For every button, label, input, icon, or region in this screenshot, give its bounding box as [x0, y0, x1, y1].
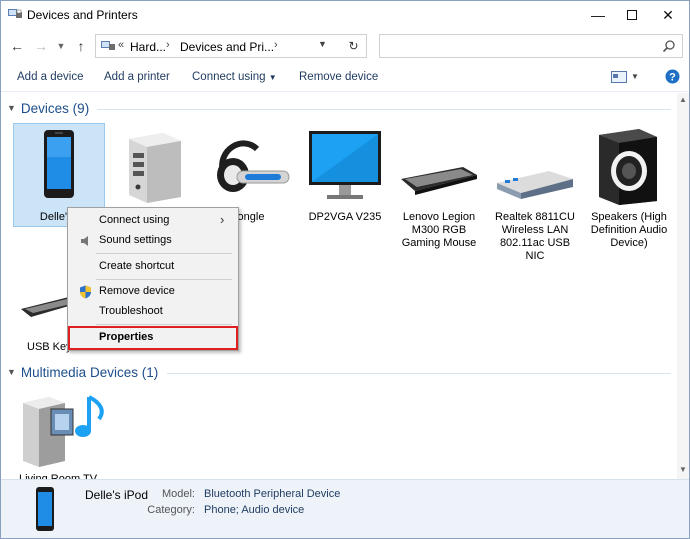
- recent-locations-button[interactable]: ▼: [51, 37, 71, 55]
- add-printer-button[interactable]: Add a printer: [104, 71, 170, 83]
- devices-printers-icon: [8, 9, 22, 18]
- scroll-down-icon[interactable]: ▼: [679, 465, 687, 474]
- speaker-icon: [599, 129, 657, 205]
- breadcrumb-separator-icon[interactable]: ›: [274, 39, 278, 51]
- back-button[interactable]: ←: [7, 37, 27, 55]
- search-box[interactable]: [379, 34, 683, 58]
- view-options-chevron-icon[interactable]: ▼: [631, 72, 639, 81]
- keyboard-icon: [401, 167, 477, 195]
- address-bar[interactable]: « Hard... › Devices and Pri... › ▼: [95, 34, 367, 58]
- group-divider: [167, 373, 671, 374]
- menu-item-troubleshoot[interactable]: Troubleshoot: [99, 305, 163, 317]
- devices-printers-icon: [101, 41, 115, 50]
- up-button[interactable]: ↑: [71, 37, 91, 55]
- collapse-chevron-icon[interactable]: ▼: [7, 367, 16, 377]
- monitor-icon: [309, 131, 381, 199]
- menu-item-remove-device[interactable]: Remove device: [99, 285, 175, 297]
- group-header-devices[interactable]: ▼ Devices (9): [7, 101, 89, 116]
- computer-tower-icon: [129, 133, 181, 203]
- change-view-icon[interactable]: [611, 71, 627, 83]
- device-dp2vga[interactable]: DP2VGA V235: [299, 125, 391, 225]
- properties-highlight-box: [68, 326, 238, 350]
- details-model-value: Bluetooth Peripheral Device: [204, 488, 341, 500]
- details-model-label: Model:: [161, 488, 195, 500]
- menu-item-connect-using[interactable]: Connect using: [99, 214, 169, 226]
- arrow-right-icon: →: [34, 38, 48, 54]
- group-divider: [97, 109, 671, 110]
- command-bar: Add a device Add a printer Connect using…: [1, 63, 689, 92]
- search-icon: [662, 40, 675, 53]
- device-realtek-nic[interactable]: Realtek 8811CU Wireless LAN 802.11ac USB…: [489, 125, 581, 262]
- device-media-server[interactable]: Living Room TV: [13, 387, 105, 485]
- group-header-multimedia[interactable]: ▼ Multimedia Devices (1): [7, 365, 158, 380]
- device-label: Realtek 8811CU Wireless LAN 802.11ac USB…: [495, 211, 575, 262]
- overflow-chevron-icon[interactable]: «: [118, 39, 124, 51]
- phone-icon: [36, 487, 54, 531]
- details-category-value: Phone; Audio device: [204, 504, 305, 516]
- maximize-icon: [627, 10, 637, 20]
- arrow-up-icon: ↑: [77, 38, 85, 54]
- chevron-down-icon: ▼: [56, 41, 66, 51]
- svg-text:?: ?: [669, 72, 676, 84]
- forward-button[interactable]: →: [31, 37, 51, 55]
- device-label: Lenovo Legion M300 RGB Gaming Mouse: [401, 211, 477, 249]
- submenu-arrow-icon: ›: [220, 212, 225, 227]
- chevron-down-icon: ▼: [268, 73, 277, 82]
- title-bar: Devices and Printers — ✕: [1, 1, 689, 29]
- device-speakers[interactable]: Speakers (High Definition Audio Device): [583, 125, 675, 255]
- device-label: Speakers (High Definition Audio Device): [590, 211, 668, 249]
- devices-and-printers-window: Devices and Printers — ✕ ← → ▼ ↑ « Hard.…: [0, 0, 690, 539]
- breadcrumb-devices-printers[interactable]: Devices and Pri...: [180, 40, 274, 54]
- help-icon[interactable]: ?: [665, 69, 680, 84]
- device-lenovo-mouse[interactable]: Lenovo Legion M300 RGB Gaming Mouse: [393, 125, 485, 255]
- close-icon: ✕: [662, 6, 674, 23]
- vertical-scrollbar[interactable]: ▲ ▼: [677, 93, 689, 479]
- collapse-chevron-icon[interactable]: ▼: [7, 103, 16, 113]
- menu-item-create-shortcut[interactable]: Create shortcut: [99, 260, 174, 272]
- speaker-small-icon: [81, 236, 88, 246]
- shield-icon: [80, 285, 91, 299]
- add-device-button[interactable]: Add a device: [17, 71, 84, 83]
- refresh-icon: ↻: [348, 39, 359, 53]
- context-menu: Connect using › Sound settings Create sh…: [67, 207, 239, 351]
- menu-separator: [96, 279, 232, 280]
- close-button[interactable]: ✕: [651, 1, 685, 29]
- minimize-icon: —: [591, 7, 605, 23]
- connect-using-button[interactable]: Connect using ▼: [192, 71, 277, 83]
- network-adapter-icon: [497, 171, 573, 199]
- scroll-up-icon[interactable]: ▲: [679, 95, 687, 104]
- refresh-button[interactable]: ↻: [341, 34, 367, 58]
- breadcrumb-separator-icon[interactable]: ›: [166, 39, 170, 51]
- menu-separator: [96, 253, 232, 254]
- menu-item-sound-settings[interactable]: Sound settings: [99, 234, 172, 246]
- menu-separator: [96, 324, 232, 325]
- address-dropdown-icon[interactable]: ▼: [318, 39, 327, 49]
- remove-device-button[interactable]: Remove device: [299, 71, 378, 83]
- media-server-icon: [23, 395, 104, 467]
- details-category-label: Category:: [147, 504, 195, 516]
- maximize-button[interactable]: [615, 1, 649, 29]
- arrow-left-icon: ←: [10, 38, 24, 54]
- device-label: DP2VGA V235: [308, 211, 382, 223]
- minimize-button[interactable]: —: [581, 1, 615, 29]
- breadcrumb-hardware[interactable]: Hard...: [130, 40, 166, 54]
- phone-icon: [44, 130, 74, 198]
- navigation-bar: ← → ▼ ↑ « Hard... › Devices and Pri... ›…: [1, 31, 689, 61]
- details-pane: Delle's iPod Model: Bluetooth Peripheral…: [1, 479, 689, 538]
- headset-icon: [217, 140, 290, 192]
- window-title: Devices and Printers: [27, 8, 138, 22]
